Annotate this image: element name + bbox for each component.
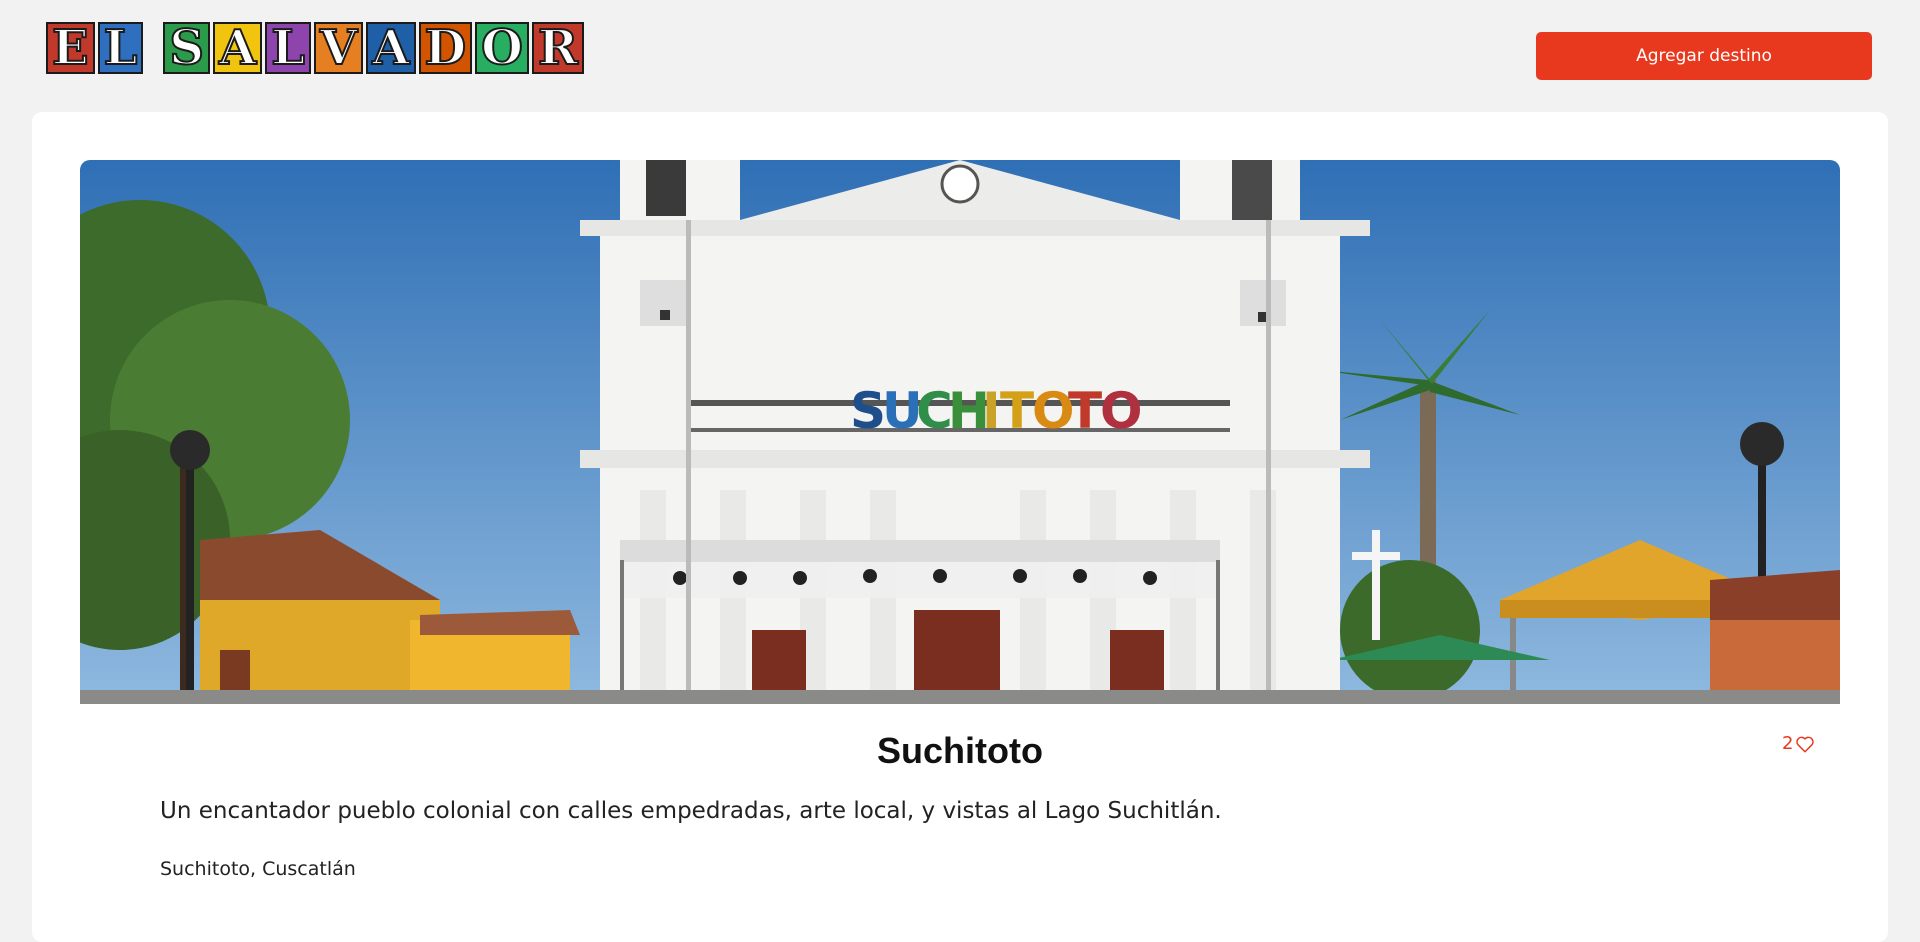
- logo-letter-l2: L: [265, 21, 312, 75]
- destination-card: S U C H I T O T O Suchitoto 2 Un encanta…: [32, 112, 1888, 942]
- sign-letter-i: I: [982, 382, 1001, 440]
- sign-letter-t2: T: [1068, 382, 1102, 440]
- sign-letter-s: S: [850, 382, 886, 440]
- logo-letter-s: S: [163, 21, 211, 75]
- logo-letter-r: R: [531, 21, 584, 75]
- destination-image: S U C H I T O T O: [80, 160, 1840, 704]
- logo-letter-o: O: [475, 21, 529, 75]
- destination-location: Suchitoto, Cuscatlán: [160, 858, 356, 880]
- logo-letter-d: D: [418, 21, 473, 75]
- site-logo[interactable]: E L S A L V A D O R: [46, 21, 584, 75]
- like-button[interactable]: 2: [1782, 733, 1815, 754]
- destination-title: Suchitoto: [877, 730, 1043, 771]
- logo-letter-e: E: [46, 21, 95, 75]
- logo-spacer: [146, 22, 160, 74]
- likes-count: 2: [1782, 733, 1794, 754]
- add-destination-button[interactable]: Agregar destino: [1536, 32, 1872, 80]
- sign-letter-t: T: [1000, 382, 1034, 440]
- heart-icon: [1796, 736, 1815, 753]
- sign-letter-o2: O: [1100, 382, 1143, 440]
- church-photo: S U C H I T O T O: [80, 160, 1840, 704]
- logo-letter-a2: A: [366, 21, 416, 75]
- destination-description: Un encantador pueblo colonial con calles…: [160, 798, 1222, 824]
- logo-letter-v: V: [314, 21, 364, 75]
- logo-letter-l: L: [97, 21, 144, 75]
- logo-letter-a: A: [213, 21, 263, 75]
